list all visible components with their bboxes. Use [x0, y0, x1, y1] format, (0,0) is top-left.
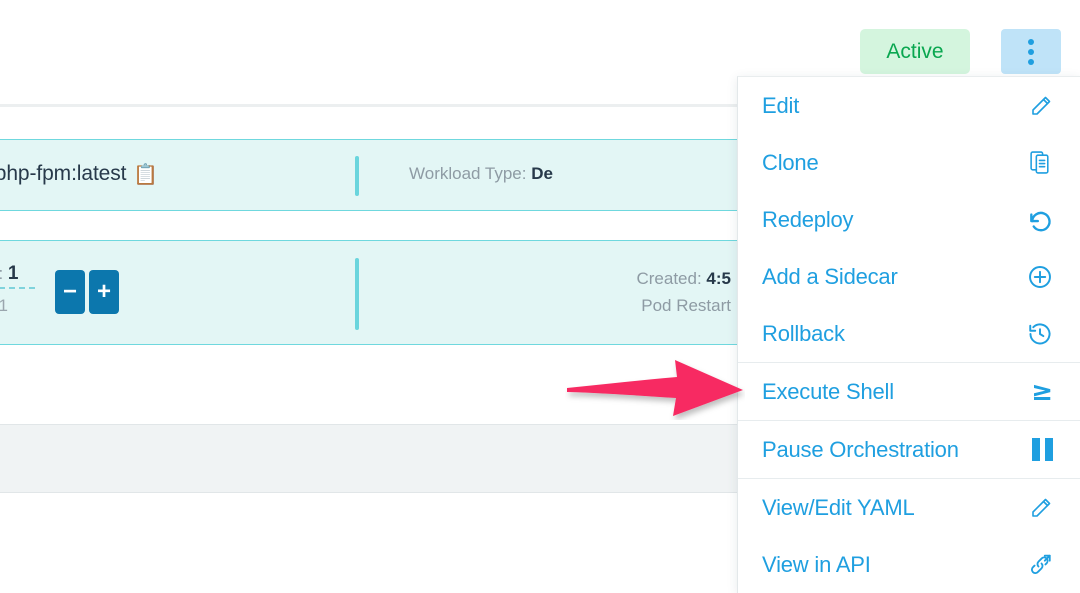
image-name-label: /php-fpm:latest [0, 162, 127, 185]
menu-item-label: Execute Shell [762, 378, 894, 404]
scale-field: e: 1 : 1 [0, 263, 35, 319]
image-info-card: /php-fpm:latest 📋 Workload Type: De [0, 139, 740, 211]
menu-item-execute-shell[interactable]: Execute Shell ≥ [738, 363, 1080, 420]
workload-type-field: Workload Type: De [409, 164, 553, 184]
available-replicas-label: : 1 [0, 296, 8, 315]
pod-restart-label: Pod Restart [641, 296, 731, 315]
image-name-text: /php-fpm:latest 📋 [0, 162, 158, 187]
menu-item-add-a-sidecar[interactable]: Add a Sidecar [738, 248, 1080, 305]
menu-item-label: Redeploy [762, 206, 854, 232]
scale-value: 1 [7, 263, 19, 284]
created-info: Created: 4:5 Pod Restart [636, 265, 731, 319]
terminal-prompt-icon: ≥ [1019, 379, 1053, 405]
menu-item-label: View/Edit YAML [762, 494, 915, 520]
workload-type-label: Workload Type: [409, 164, 527, 183]
pencil-icon [1019, 496, 1053, 520]
menu-item-edit[interactable]: Edit [738, 77, 1080, 134]
kebab-menu-button[interactable] [1001, 29, 1061, 74]
pencil-icon [1019, 94, 1053, 118]
menu-item-view-edit-yaml[interactable]: View/Edit YAML [738, 479, 1080, 536]
clock-rewind-icon [1019, 321, 1053, 347]
undo-arrow-icon [1019, 207, 1053, 233]
scale-label: e: [0, 264, 3, 283]
menu-item-view-in-api[interactable]: View in API [738, 536, 1080, 593]
scale-info-card: e: 1 : 1 − + Created: 4:5 Pod Restart [0, 240, 740, 345]
annotation-arrow [565, 358, 745, 420]
copy-icon [1019, 150, 1053, 175]
menu-item-rollback[interactable]: Rollback [738, 305, 1080, 362]
actions-dropdown-menu[interactable]: Edit Clone Redeploy Add a Sidecar Rollback Ex… [737, 76, 1080, 593]
card-vertical-separator [355, 258, 359, 330]
kebab-dot-icon [1028, 38, 1034, 45]
plus-circle-icon [1019, 264, 1053, 290]
created-value: 4:5 [706, 269, 731, 288]
menu-item-pause-orchestration[interactable]: Pause Orchestration [738, 421, 1080, 478]
scale-decrement-button[interactable]: − [55, 270, 85, 314]
kebab-dot-icon [1028, 58, 1034, 65]
workload-detail-page: /php-fpm:latest 📋 Workload Type: De e: 1 … [0, 0, 1080, 593]
arrow-right-icon [567, 360, 743, 416]
section-band [0, 424, 745, 493]
pause-bars [1032, 438, 1053, 461]
created-label: Created: [636, 269, 702, 288]
scale-increment-button[interactable]: + [89, 270, 119, 314]
copy-icon[interactable]: 📋 [133, 162, 158, 187]
menu-item-label: Pause Orchestration [762, 436, 959, 462]
scale-stepper[interactable]: − + [55, 270, 119, 314]
menu-item-label: Clone [762, 149, 819, 175]
menu-item-label: Rollback [762, 320, 845, 346]
menu-item-label: View in API [762, 551, 871, 577]
kebab-dot-icon [1028, 48, 1034, 55]
card-vertical-separator [355, 156, 359, 196]
pod-restart-row: Pod Restart [636, 292, 731, 319]
external-link-icon [1019, 552, 1053, 578]
scale-line: e: 1 [0, 263, 35, 289]
menu-item-label: Edit [762, 92, 800, 118]
status-badge: Active [860, 29, 970, 74]
menu-item-redeploy[interactable]: Redeploy [738, 191, 1080, 248]
created-row: Created: 4:5 [636, 265, 731, 292]
pause-icon [1019, 438, 1053, 461]
terminal-prompt-glyph: ≥ [1031, 376, 1053, 407]
menu-item-label: Add a Sidecar [762, 263, 898, 289]
workload-type-value: De [531, 164, 553, 183]
menu-item-clone[interactable]: Clone [738, 134, 1080, 191]
